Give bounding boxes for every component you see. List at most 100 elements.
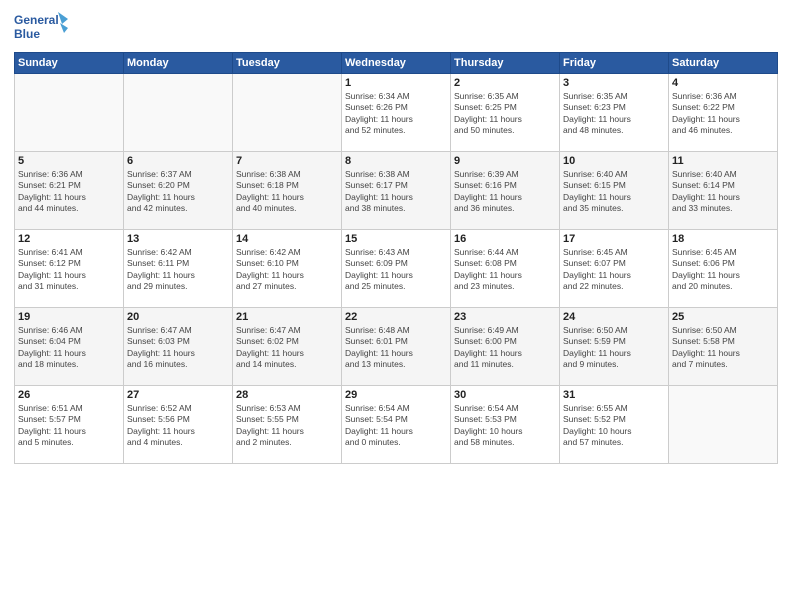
weekday-friday: Friday (560, 53, 669, 74)
day-number: 12 (18, 233, 120, 245)
day-cell: 24 Sunrise: 6:50 AM Sunset: 5:59 PM Dayli… (560, 308, 669, 386)
day-info: Sunrise: 6:34 AM Sunset: 6:26 PM Dayligh… (345, 91, 447, 137)
day-info: Sunrise: 6:51 AM Sunset: 5:57 PM Dayligh… (18, 403, 120, 449)
day-cell (233, 74, 342, 152)
day-info: Sunrise: 6:40 AM Sunset: 6:15 PM Dayligh… (563, 169, 665, 215)
day-info: Sunrise: 6:50 AM Sunset: 5:59 PM Dayligh… (563, 325, 665, 371)
day-cell: 27 Sunrise: 6:52 AM Sunset: 5:56 PM Dayli… (124, 386, 233, 464)
day-info: Sunrise: 6:42 AM Sunset: 6:10 PM Dayligh… (236, 247, 338, 293)
day-cell (124, 74, 233, 152)
day-info: Sunrise: 6:43 AM Sunset: 6:09 PM Dayligh… (345, 247, 447, 293)
day-number: 15 (345, 233, 447, 245)
day-info: Sunrise: 6:47 AM Sunset: 6:02 PM Dayligh… (236, 325, 338, 371)
day-number: 3 (563, 77, 665, 89)
day-cell: 30 Sunrise: 6:54 AM Sunset: 5:53 PM Dayli… (451, 386, 560, 464)
logo: General Blue (14, 10, 69, 46)
day-cell: 15 Sunrise: 6:43 AM Sunset: 6:09 PM Dayli… (342, 230, 451, 308)
day-number: 5 (18, 155, 120, 167)
day-info: Sunrise: 6:36 AM Sunset: 6:22 PM Dayligh… (672, 91, 774, 137)
week-row-4: 19 Sunrise: 6:46 AM Sunset: 6:04 PM Dayli… (15, 308, 778, 386)
day-number: 21 (236, 311, 338, 323)
day-cell: 14 Sunrise: 6:42 AM Sunset: 6:10 PM Dayli… (233, 230, 342, 308)
day-info: Sunrise: 6:40 AM Sunset: 6:14 PM Dayligh… (672, 169, 774, 215)
day-info: Sunrise: 6:54 AM Sunset: 5:54 PM Dayligh… (345, 403, 447, 449)
svg-text:General: General (14, 13, 59, 27)
calendar-table: SundayMondayTuesdayWednesdayThursdayFrid… (14, 52, 778, 464)
day-info: Sunrise: 6:49 AM Sunset: 6:00 PM Dayligh… (454, 325, 556, 371)
day-number: 14 (236, 233, 338, 245)
header: General Blue (14, 10, 778, 46)
day-info: Sunrise: 6:39 AM Sunset: 6:16 PM Dayligh… (454, 169, 556, 215)
day-number: 29 (345, 389, 447, 401)
calendar-header: SundayMondayTuesdayWednesdayThursdayFrid… (15, 53, 778, 74)
day-info: Sunrise: 6:38 AM Sunset: 6:17 PM Dayligh… (345, 169, 447, 215)
day-cell: 31Sunrise: 6:55 AM Sunset: 5:52 PM Dayli… (560, 386, 669, 464)
day-info: Sunrise: 6:45 AM Sunset: 6:06 PM Dayligh… (672, 247, 774, 293)
day-number: 27 (127, 389, 229, 401)
day-cell: 26 Sunrise: 6:51 AM Sunset: 5:57 PM Dayli… (15, 386, 124, 464)
day-cell: 17Sunrise: 6:45 AM Sunset: 6:07 PM Dayli… (560, 230, 669, 308)
day-number: 30 (454, 389, 556, 401)
general-blue-logo: General Blue (14, 10, 69, 46)
day-info: Sunrise: 6:47 AM Sunset: 6:03 PM Dayligh… (127, 325, 229, 371)
day-number: 13 (127, 233, 229, 245)
day-cell: 3Sunrise: 6:35 AM Sunset: 6:23 PM Daylig… (560, 74, 669, 152)
day-cell: 8Sunrise: 6:38 AM Sunset: 6:17 PM Daylig… (342, 152, 451, 230)
day-number: 7 (236, 155, 338, 167)
weekday-tuesday: Tuesday (233, 53, 342, 74)
day-cell: 13 Sunrise: 6:42 AM Sunset: 6:11 PM Dayli… (124, 230, 233, 308)
day-number: 24 (563, 311, 665, 323)
week-row-5: 26 Sunrise: 6:51 AM Sunset: 5:57 PM Dayli… (15, 386, 778, 464)
day-info: Sunrise: 6:41 AM Sunset: 6:12 PM Dayligh… (18, 247, 120, 293)
day-number: 17 (563, 233, 665, 245)
day-info: Sunrise: 6:46 AM Sunset: 6:04 PM Dayligh… (18, 325, 120, 371)
day-cell: 11Sunrise: 6:40 AM Sunset: 6:14 PM Dayli… (669, 152, 778, 230)
day-cell: 1 Sunrise: 6:34 AM Sunset: 6:26 PM Daylig… (342, 74, 451, 152)
weekday-monday: Monday (124, 53, 233, 74)
day-number: 4 (672, 77, 774, 89)
day-number: 26 (18, 389, 120, 401)
day-cell: 6Sunrise: 6:37 AM Sunset: 6:20 PM Daylig… (124, 152, 233, 230)
day-cell: 2 Sunrise: 6:35 AM Sunset: 6:25 PM Daylig… (451, 74, 560, 152)
day-info: Sunrise: 6:44 AM Sunset: 6:08 PM Dayligh… (454, 247, 556, 293)
day-info: Sunrise: 6:52 AM Sunset: 5:56 PM Dayligh… (127, 403, 229, 449)
week-row-3: 12 Sunrise: 6:41 AM Sunset: 6:12 PM Dayli… (15, 230, 778, 308)
day-number: 19 (18, 311, 120, 323)
day-info: Sunrise: 6:42 AM Sunset: 6:11 PM Dayligh… (127, 247, 229, 293)
day-number: 23 (454, 311, 556, 323)
day-cell: 19 Sunrise: 6:46 AM Sunset: 6:04 PM Dayli… (15, 308, 124, 386)
day-info: Sunrise: 6:54 AM Sunset: 5:53 PM Dayligh… (454, 403, 556, 449)
day-info: Sunrise: 6:36 AM Sunset: 6:21 PM Dayligh… (18, 169, 120, 215)
week-row-2: 5 Sunrise: 6:36 AM Sunset: 6:21 PM Daylig… (15, 152, 778, 230)
day-number: 28 (236, 389, 338, 401)
day-number: 2 (454, 77, 556, 89)
day-cell: 7 Sunrise: 6:38 AM Sunset: 6:18 PM Daylig… (233, 152, 342, 230)
day-number: 18 (672, 233, 774, 245)
day-cell: 12 Sunrise: 6:41 AM Sunset: 6:12 PM Dayli… (15, 230, 124, 308)
day-info: Sunrise: 6:38 AM Sunset: 6:18 PM Dayligh… (236, 169, 338, 215)
day-cell: 22 Sunrise: 6:48 AM Sunset: 6:01 PM Dayli… (342, 308, 451, 386)
day-number: 22 (345, 311, 447, 323)
day-cell: 9 Sunrise: 6:39 AM Sunset: 6:16 PM Daylig… (451, 152, 560, 230)
weekday-row: SundayMondayTuesdayWednesdayThursdayFrid… (15, 53, 778, 74)
weekday-sunday: Sunday (15, 53, 124, 74)
day-number: 1 (345, 77, 447, 89)
day-cell: 10Sunrise: 6:40 AM Sunset: 6:15 PM Dayli… (560, 152, 669, 230)
weekday-thursday: Thursday (451, 53, 560, 74)
day-cell: 5 Sunrise: 6:36 AM Sunset: 6:21 PM Daylig… (15, 152, 124, 230)
day-cell: 4 Sunrise: 6:36 AM Sunset: 6:22 PM Daylig… (669, 74, 778, 152)
day-number: 9 (454, 155, 556, 167)
day-info: Sunrise: 6:50 AM Sunset: 5:58 PM Dayligh… (672, 325, 774, 371)
day-cell: 28Sunrise: 6:53 AM Sunset: 5:55 PM Dayli… (233, 386, 342, 464)
day-cell: 29 Sunrise: 6:54 AM Sunset: 5:54 PM Dayli… (342, 386, 451, 464)
day-number: 31 (563, 389, 665, 401)
day-info: Sunrise: 6:35 AM Sunset: 6:25 PM Dayligh… (454, 91, 556, 137)
weekday-wednesday: Wednesday (342, 53, 451, 74)
day-info: Sunrise: 6:48 AM Sunset: 6:01 PM Dayligh… (345, 325, 447, 371)
day-cell: 21 Sunrise: 6:47 AM Sunset: 6:02 PM Dayli… (233, 308, 342, 386)
day-number: 6 (127, 155, 229, 167)
day-cell: 25Sunrise: 6:50 AM Sunset: 5:58 PM Dayli… (669, 308, 778, 386)
day-cell (15, 74, 124, 152)
day-cell: 20Sunrise: 6:47 AM Sunset: 6:03 PM Dayli… (124, 308, 233, 386)
day-number: 16 (454, 233, 556, 245)
